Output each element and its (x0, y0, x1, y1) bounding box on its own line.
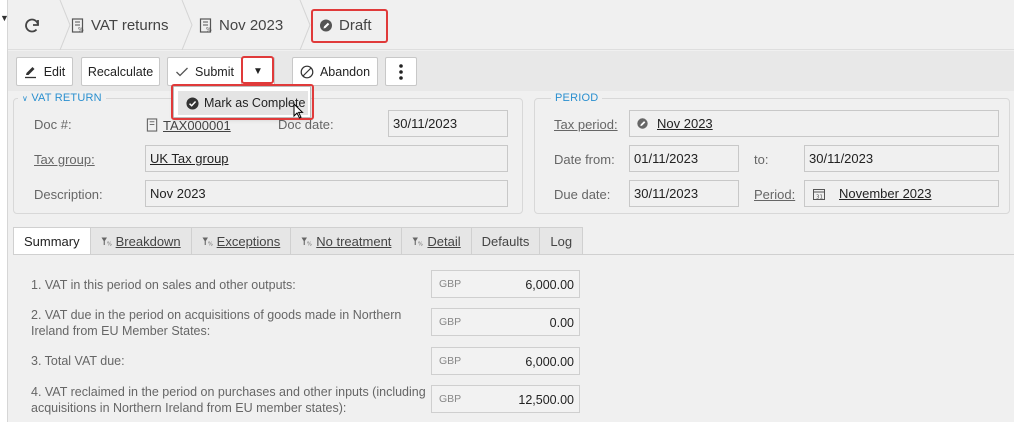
doc-date-field[interactable]: 30/11/2023 (388, 110, 508, 137)
document-percent-icon (146, 118, 158, 132)
tab-label: Defaults (481, 233, 530, 249)
tab-label: Detail (427, 233, 461, 249)
due-date-field[interactable]: 30/11/2023 (629, 180, 739, 207)
submit-dropdown-highlight (241, 56, 274, 84)
tab-no-treatment[interactable]: % No treatment (291, 227, 403, 255)
date-from-field[interactable]: 01/11/2023 (629, 145, 739, 172)
vertical-ellipsis-icon (399, 63, 403, 80)
svg-text:%: % (107, 241, 112, 246)
summary-row-label: 2. VAT due in the period on acquisitions… (31, 308, 402, 338)
tab-label: Summary (24, 233, 80, 249)
chevron-down-icon: ∨ (22, 94, 29, 103)
tax-group-field[interactable]: UK Tax group (145, 145, 508, 172)
period-field[interactable]: 31 November 2023 (804, 180, 999, 207)
filter-percent-icon: % (101, 237, 112, 246)
description-label: Description: (34, 187, 103, 202)
breadcrumb-label: VAT returns (91, 17, 169, 34)
vat-return-legend[interactable]: ∨ VAT RETURN (18, 92, 106, 104)
summary-amount-field[interactable]: GBP 6,000.00 (431, 270, 580, 298)
breadcrumb-vat-returns[interactable]: % VAT returns (71, 17, 169, 34)
amount-value: 6,000.00 (525, 355, 574, 369)
abandon-button-label: Abandon (319, 64, 371, 79)
submit-button-label: Submit (195, 64, 234, 79)
draft-pencil-icon (637, 118, 648, 129)
breadcrumb-separator (181, 0, 193, 50)
tax-period-value: Nov 2023 (657, 116, 713, 131)
breadcrumb-separator (59, 0, 71, 50)
tab-log[interactable]: Log (540, 227, 584, 255)
breadcrumb: % VAT returns % Nov 2023 Draft (8, 0, 1014, 50)
svg-text:%: % (206, 27, 212, 34)
tab-label: Breakdown (115, 233, 181, 249)
summary-amount-field[interactable]: GBP 0.00 (431, 308, 580, 336)
tab-divider (13, 254, 1014, 255)
currency-code: GBP (439, 278, 462, 290)
summary-row-label: 4. VAT reclaimed in the period on purcha… (31, 385, 426, 415)
refresh-icon[interactable] (22, 16, 42, 36)
tab-exceptions[interactable]: % Exceptions (191, 227, 292, 255)
currency-code: GBP (439, 393, 462, 405)
checkmark-icon (176, 67, 189, 76)
vat-return-window: % VAT returns % Nov 2023 Draft Edit Reca… (7, 0, 1014, 422)
submit-button[interactable]: Submit (167, 57, 242, 86)
tax-group-value: UK Tax group (150, 151, 229, 166)
filter-percent-icon: % (301, 237, 312, 246)
amount-value: 12,500.00 (518, 393, 574, 407)
recalculate-button[interactable]: Recalculate (81, 57, 160, 86)
breadcrumb-nov-2023[interactable]: % Nov 2023 (199, 17, 283, 34)
edit-button[interactable]: Edit (16, 57, 73, 86)
breadcrumb-label: Nov 2023 (219, 17, 284, 34)
date-from-label: Date from: (554, 152, 615, 167)
tab-summary[interactable]: Summary (13, 227, 91, 255)
currency-code: GBP (439, 355, 462, 367)
doc-no-label: Doc #: (34, 117, 72, 132)
description-field[interactable]: Nov 2023 (145, 180, 508, 207)
edit-button-label: Edit (43, 64, 66, 79)
amount-value: 6,000.00 (525, 278, 574, 292)
calendar-icon: 31 (813, 188, 825, 200)
tab-bar: Summary % Breakdown % Exceptions % No tr… (13, 227, 584, 255)
tax-group-label[interactable]: Tax group: (34, 152, 95, 167)
tab-defaults[interactable]: Defaults (471, 227, 541, 255)
period-legend: PERIOD (551, 92, 603, 104)
tab-label: Exceptions (216, 233, 281, 249)
tax-period-label[interactable]: Tax period: (554, 117, 618, 132)
toolbar: Edit Recalculate Submit ▼ Abandon (8, 51, 1014, 91)
mouse-cursor-icon (293, 103, 304, 119)
draft-highlight-box (311, 9, 388, 43)
svg-text:%: % (208, 241, 213, 246)
period-label[interactable]: Period: (754, 187, 795, 202)
summary-amount-field[interactable]: GBP 12,500.00 (431, 385, 580, 413)
tab-breakdown[interactable]: % Breakdown (90, 227, 192, 255)
summary-amount-field[interactable]: GBP 6,000.00 (431, 347, 580, 375)
vat-return-legend-label: VAT RETURN (31, 92, 102, 104)
summary-row-label: 1. VAT in this period on sales and other… (31, 278, 296, 292)
currency-code: GBP (439, 316, 462, 328)
svg-text:%: % (307, 241, 312, 246)
summary-row-label: 3. Total VAT due: (31, 354, 125, 368)
date-to-field[interactable]: 30/11/2023 (804, 145, 999, 172)
filter-percent-icon: % (412, 237, 423, 246)
tab-label: No treatment (316, 233, 392, 249)
to-label: to: (754, 152, 769, 167)
tab-label: Log (550, 233, 573, 249)
amount-value: 0.00 (549, 316, 574, 330)
abandon-circle-slash-icon (300, 65, 314, 78)
svg-text:%: % (418, 241, 423, 246)
document-percent-icon: % (199, 18, 212, 34)
filter-percent-icon: % (202, 237, 213, 246)
edit-pencil-icon (24, 66, 36, 78)
document-percent-icon: % (71, 18, 84, 34)
period-value: November 2023 (839, 186, 932, 201)
more-actions-button[interactable] (385, 57, 417, 86)
svg-text:31: 31 (816, 194, 823, 200)
tax-period-field[interactable]: Nov 2023 (629, 110, 999, 137)
abandon-button[interactable]: Abandon (292, 57, 378, 86)
svg-text:%: % (78, 27, 84, 34)
breadcrumb-separator (299, 0, 311, 50)
due-date-label: Due date: (554, 187, 611, 202)
tab-detail[interactable]: % Detail (402, 227, 472, 255)
left-edge-strip (0, 0, 7, 422)
recalculate-button-label: Recalculate (87, 64, 154, 79)
